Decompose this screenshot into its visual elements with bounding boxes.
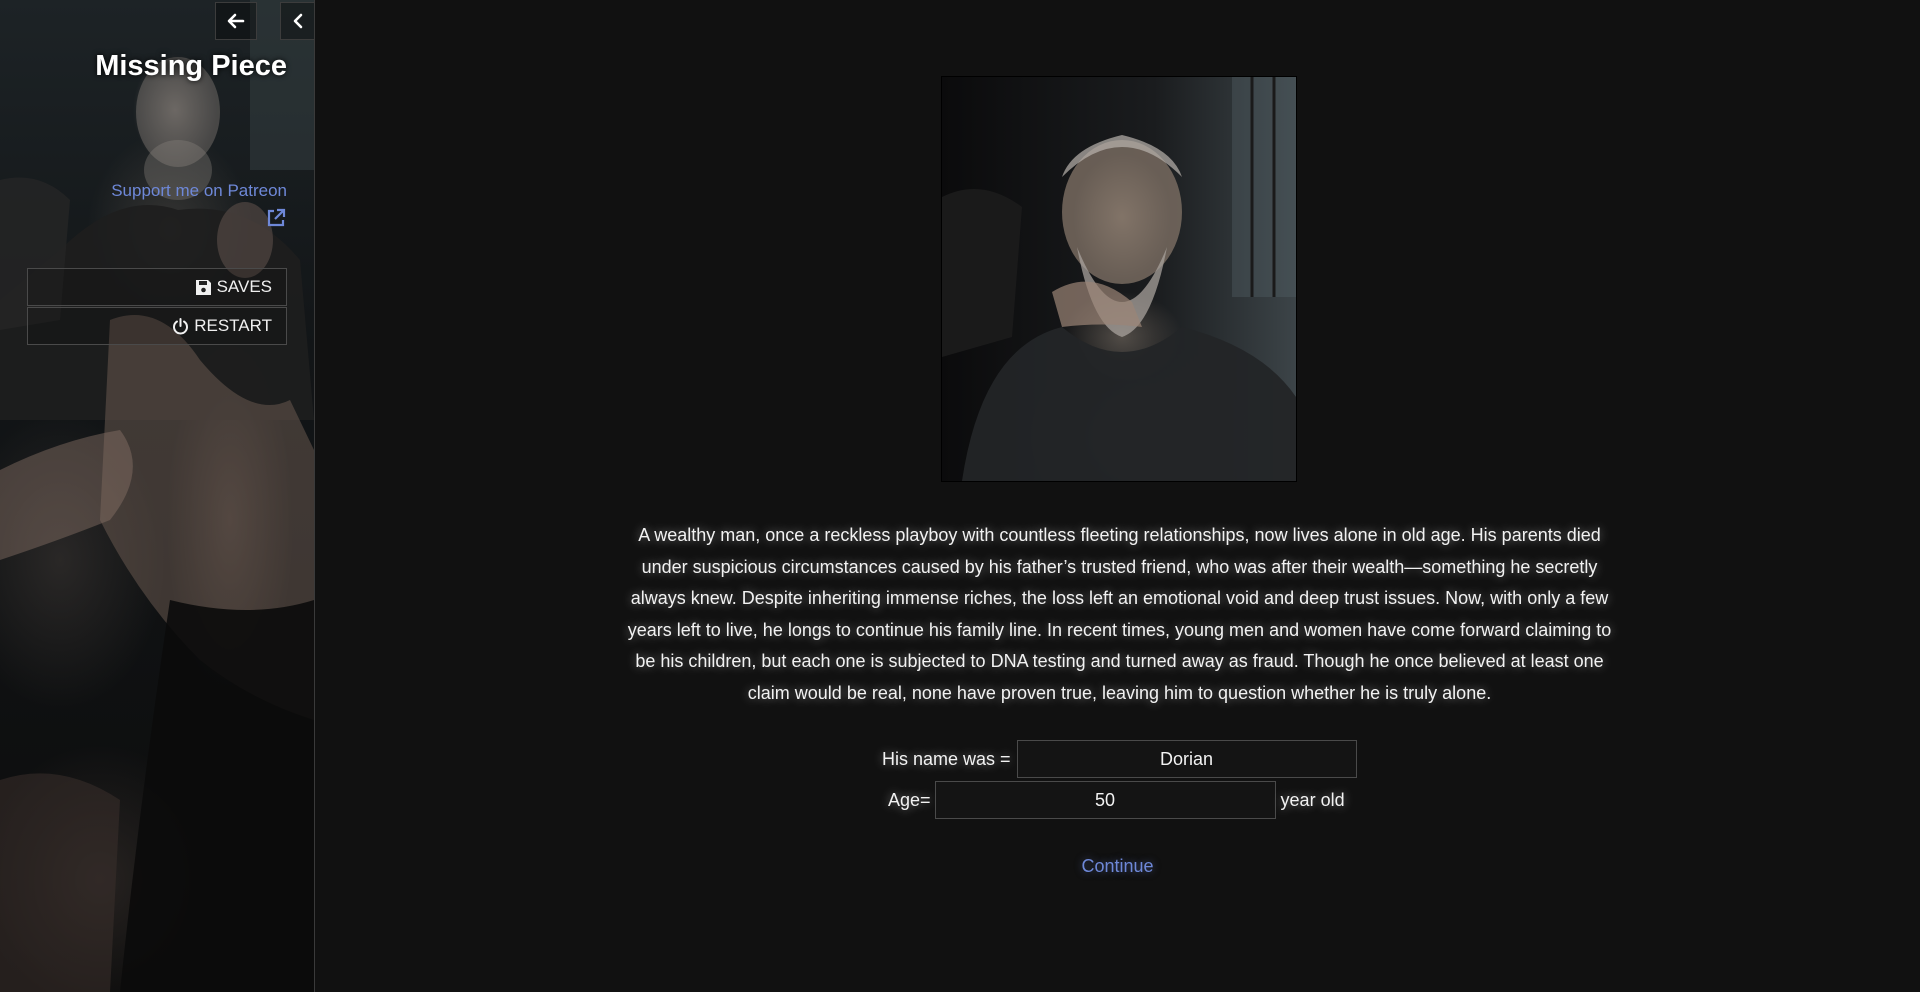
sidebar-banner-image [0,0,314,992]
name-label: His name was = [882,748,1011,769]
external-link-icon[interactable] [265,207,287,229]
passage-area: A wealthy man, once a reckless playboy w… [315,0,1920,992]
back-button[interactable] [215,2,257,40]
story-sidebar: Missing Piece Support me on Patreon SAVE… [0,0,315,992]
age-label: Age= [888,789,931,810]
continue-link[interactable]: Continue [315,856,1920,877]
age-input[interactable] [934,781,1276,819]
story-paragraph: A wealthy man, once a reckless playboy w… [627,525,1612,703]
old-man-portrait-image [942,77,1296,481]
name-row: His name was = [882,740,1357,778]
restart-label: RESTART [194,316,272,335]
character-portrait [941,76,1297,482]
chevron-left-icon [293,13,303,29]
patreon-link[interactable]: Support me on Patreon [111,181,287,201]
age-suffix: year old [1280,789,1345,810]
arrow-left-icon [227,13,245,29]
age-row: Age= year old [888,781,1345,819]
story-title: Missing Piece [95,50,287,82]
name-input[interactable] [1016,740,1357,778]
restart-button[interactable]: RESTART [27,307,287,345]
collapse-sidebar-button[interactable] [280,2,314,40]
saves-button[interactable]: SAVES [27,268,287,306]
saves-label: SAVES [216,277,272,296]
floppy-disk-icon [195,279,211,295]
power-icon [173,317,189,334]
